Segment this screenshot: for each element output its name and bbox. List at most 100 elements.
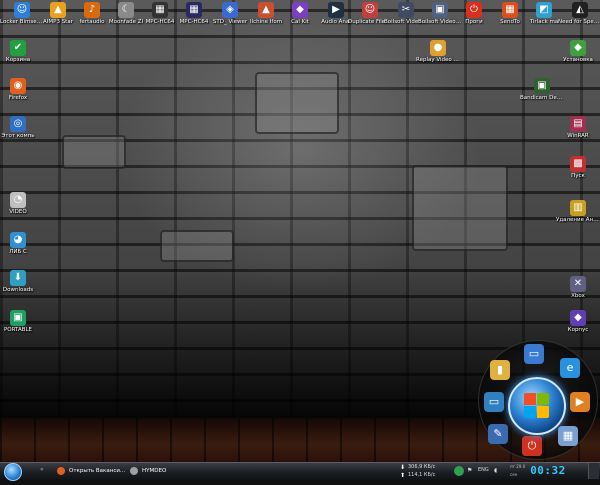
media-player-icon[interactable]: ▶ [570, 392, 590, 412]
desktop-icon-label: WinRAR [567, 133, 589, 139]
download-arrow-icon: ⬇ [400, 464, 406, 471]
volume-icon[interactable]: ◖ [494, 467, 497, 485]
desktop-icon-label: PORTABLE [3, 327, 33, 333]
power-icon: ⏻ [466, 2, 482, 18]
desktop-icon[interactable]: ▥Удаление Аналоги [556, 200, 600, 223]
desktop-icon-label: Replay Video Capture 6 [416, 57, 460, 63]
desktop-icon[interactable]: ▣ PORTABLE [0, 310, 40, 333]
desktop-icon-label: Bandicam Defaults [520, 95, 564, 101]
duplicate-icon: ☺ [362, 2, 378, 18]
desktop-icon[interactable]: ◭Need for Speed Sh [558, 2, 600, 25]
joiner-icon: ▣ [432, 2, 448, 18]
scissors-icon: ✂ [398, 2, 414, 18]
calendar-icon[interactable]: ▦ [558, 426, 578, 446]
taskbar-button-label: HYMDEO [142, 468, 167, 474]
desktop-icon[interactable]: ◕ ЛИБ C [0, 232, 40, 255]
aimp-icon: ▲ [50, 2, 66, 18]
folder-icon[interactable]: ▮ [490, 360, 510, 380]
desktop-icon-label: Xbox [571, 293, 585, 299]
windows-logo-icon [524, 393, 550, 419]
show-desktop-button[interactable] [588, 463, 599, 479]
wallpaper-stone [412, 165, 508, 251]
windows-logo-icon [4, 463, 22, 481]
upload-arrow-icon: ⬆ [400, 472, 406, 479]
taskbar-button-label: Открыть Ваканси... [69, 468, 126, 474]
desktop-icon[interactable]: ◎ Этот компь [0, 116, 40, 139]
wallpaper-stone [160, 230, 234, 262]
date-block: пт 29.0 сен [510, 464, 525, 477]
xbox-icon: ✕ [570, 276, 586, 292]
desktop-icon-label: Удаление Аналоги [556, 217, 600, 223]
desktop-icon[interactable]: ◉ Firefox [0, 78, 40, 101]
tray-shield-icon[interactable] [454, 466, 464, 476]
desktop-icon[interactable]: ✕ Xbox [556, 276, 600, 299]
start-icon: ▩ [570, 156, 586, 172]
desktop-icon-label: Этот компь [1, 133, 35, 139]
desktop-icon-label: Need for Speed Sh [558, 19, 600, 25]
desktop-icon-label: VIDEO [9, 209, 27, 215]
desktop-icon[interactable]: ⬇ Downloads [0, 270, 40, 293]
desktop-icon[interactable]: ◆ Установка [556, 40, 600, 63]
grid-icon: ▦ [502, 2, 518, 18]
car-icon: ◭ [572, 2, 588, 18]
launcher-orb-button[interactable] [508, 377, 566, 435]
desktop-icon[interactable]: ✔ Корзина [0, 40, 40, 63]
archive-icon: ▤ [570, 116, 586, 132]
taskbar-button-firefox[interactable]: Открыть Ваканси... [55, 464, 137, 478]
box-icon: ◆ [570, 310, 586, 326]
power-icon[interactable]: ⏻ [522, 436, 542, 456]
upload-speed: 114,1 КБ/с [408, 472, 436, 478]
firefox-icon [57, 467, 65, 475]
date-day: пт 29.0 [510, 464, 526, 469]
user-icon: ☺ [14, 2, 30, 18]
start-button[interactable] [2, 462, 22, 481]
bandicam-icon: ▣ [534, 78, 550, 94]
image-icon: ▲ [258, 2, 274, 18]
ie-icon[interactable]: e [560, 358, 580, 378]
tools-icon[interactable]: ✎ [488, 424, 508, 444]
tiles-icon: ◩ [536, 2, 552, 18]
wallpaper-stone [255, 72, 339, 134]
desktop-icon-label: Установка [563, 57, 593, 63]
computer-icon: ◎ [10, 116, 26, 132]
app-icon [130, 467, 138, 475]
round-launcher: ▮▭e▭▶✎▱▦⏻ [478, 340, 598, 460]
uninstall-icon: ▥ [570, 200, 586, 216]
desktop-icon[interactable]: ▤ WinRAR [556, 116, 600, 139]
download-icon: ⬇ [10, 270, 26, 286]
play-icon: ▶ [328, 2, 344, 18]
portable-icon: ▣ [10, 310, 26, 326]
monitor-icon[interactable]: ▭ [524, 344, 544, 364]
desktop-icon[interactable]: ◔ VIDEO [0, 192, 40, 215]
desktop-icon-label: Корзина [5, 57, 31, 63]
kit-icon: ◆ [292, 2, 308, 18]
disk-icon: ◔ [10, 192, 26, 208]
firefox-icon: ◉ [10, 78, 26, 94]
desktop-icon-label: ЛИБ C [9, 249, 27, 255]
desktop-icon[interactable]: ▣Bandicam Defaults [520, 78, 564, 101]
desktop-icon-label: Корпус [567, 327, 589, 333]
replay-icon: ● [430, 40, 446, 56]
desktop-icon[interactable]: ▩ Пуск [556, 156, 600, 179]
film-icon: ▦ [152, 2, 168, 18]
desktop-icon[interactable]: ●Replay Video Capture 6 [416, 40, 460, 63]
taskbar-clock[interactable]: 00:32 [528, 464, 568, 478]
taskbar-button-app[interactable]: HYMDEO [128, 464, 202, 478]
network-speed: ⬇ ⬆ 306,9 КБ/с 114,1 КБ/с [400, 462, 450, 480]
film-icon: ▦ [186, 2, 202, 18]
language-indicator[interactable]: ENG [478, 467, 489, 485]
desktop-icon[interactable]: ◆ Корпус [556, 310, 600, 333]
desktop-icon-label: Firefox [8, 95, 28, 101]
recycle-icon: ✔ [10, 40, 26, 56]
setup-icon: ◆ [570, 40, 586, 56]
desktop-icon-label: Downloads [2, 287, 34, 293]
download-speed: 306,9 КБ/с [408, 464, 436, 470]
desktop-icon-label: Пуск [571, 173, 585, 179]
tray-flag-icon[interactable]: ⚑ [467, 467, 472, 485]
network-icon[interactable]: ▭ [484, 392, 504, 412]
moon-icon: ☾ [118, 2, 134, 18]
wallpaper-stone [62, 135, 126, 169]
drive-icon: ◕ [10, 232, 26, 248]
date-weekday: сен [510, 472, 518, 477]
taskbar-arrow-icon[interactable]: « [40, 466, 44, 473]
